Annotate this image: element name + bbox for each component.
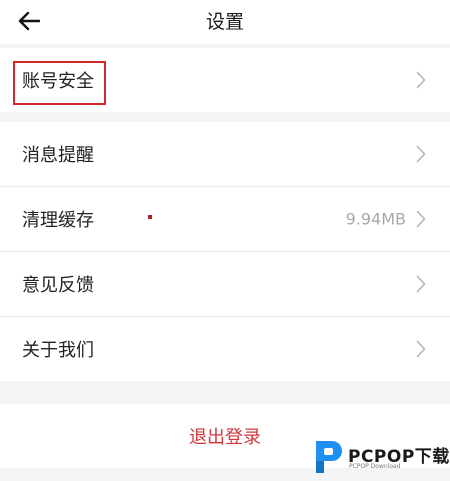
- pcpop-logo-icon: [316, 441, 342, 473]
- chevron-right-icon: [416, 340, 426, 358]
- settings-item-label: 消息提醒: [22, 145, 94, 166]
- cache-size-value: 9.94MB: [345, 209, 406, 229]
- chevron-right-icon: [416, 71, 426, 89]
- settings-item-notifications[interactable]: 消息提醒: [0, 122, 450, 187]
- chevron-right-icon: [416, 210, 426, 228]
- chevron-right-icon: [416, 145, 426, 163]
- chevron-right-icon: [416, 275, 426, 293]
- settings-item-feedback[interactable]: 意见反馈: [0, 252, 450, 317]
- page-title: 设置: [205, 11, 244, 33]
- top-bar: 设置: [0, 0, 450, 44]
- red-dot-marker: [148, 215, 152, 219]
- pcpop-watermark: PCPOP下载 PCPOP Download: [312, 438, 450, 478]
- settings-group-general: 消息提醒 清理缓存 9.94MB 意见反馈 关于我们: [0, 122, 450, 381]
- settings-item-clear-cache[interactable]: 清理缓存 9.94MB: [0, 187, 450, 252]
- highlight-annotation-box: [13, 61, 106, 105]
- settings-item-label: 关于我们: [22, 340, 94, 361]
- settings-item-about-us[interactable]: 关于我们: [0, 317, 450, 381]
- watermark-subtitle: PCPOP Download: [349, 463, 401, 470]
- settings-item-label: 意见反馈: [22, 275, 94, 296]
- settings-item-label: 清理缓存: [22, 210, 94, 231]
